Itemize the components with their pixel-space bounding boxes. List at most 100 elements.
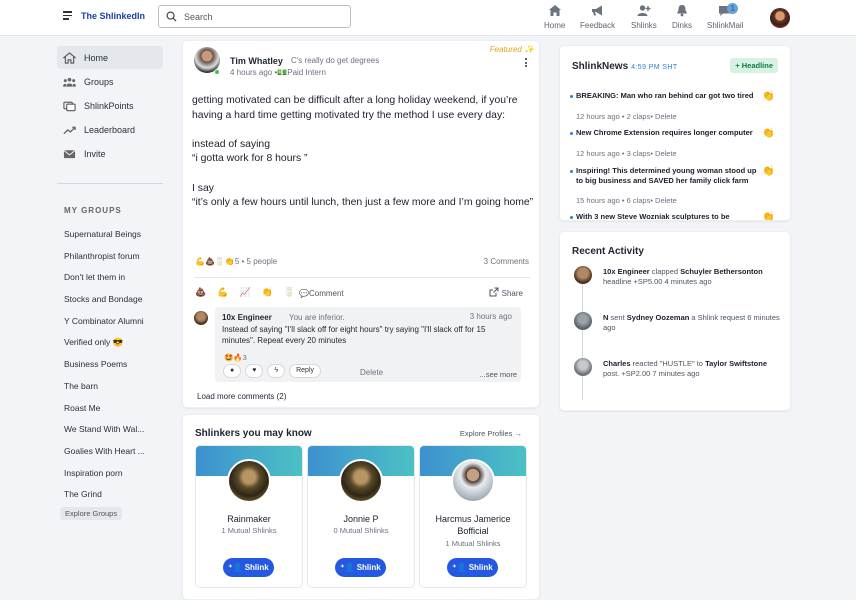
explore-profiles-link[interactable]: Explore Profiles →	[460, 429, 522, 438]
nav-home[interactable]: Home	[544, 4, 565, 30]
commenter-avatar[interactable]	[194, 311, 208, 325]
nav-dinks[interactable]: Dinks	[672, 4, 692, 30]
nav-home-label: Home	[544, 21, 566, 30]
person-name[interactable]: Jonnie P	[308, 513, 414, 525]
group-link[interactable]: Business Poems	[57, 354, 163, 376]
activity-avatar[interactable]	[574, 312, 592, 330]
search-input[interactable]: Search	[158, 5, 351, 28]
nav-feedback-label: Feedback	[580, 21, 616, 30]
react-muscle-button[interactable]: 💪	[217, 287, 228, 298]
activity-avatar[interactable]	[574, 358, 592, 376]
brand-logo[interactable]: The ShlinkedIn	[81, 11, 145, 21]
news-headline[interactable]: Inspiring! This determined young woman s…	[576, 166, 762, 185]
activity-verb: sent	[610, 313, 625, 322]
react-clap-button[interactable]: 👏	[262, 287, 273, 298]
post-line: getting motivated can be difficult after…	[192, 95, 518, 121]
see-more-link[interactable]: ...see more	[479, 370, 517, 379]
clap-button[interactable]: 👏	[762, 91, 774, 102]
comment-author[interactable]: 10x Engineer	[222, 313, 272, 322]
clap-button[interactable]: 👏	[762, 212, 774, 220]
mail-icon	[63, 149, 76, 158]
news-headline[interactable]: BREAKING: Man who ran behind car got two…	[576, 91, 762, 101]
comment-like-button[interactable]: ♥	[245, 364, 264, 378]
bullet-icon	[570, 132, 573, 135]
activity-target[interactable]: Schuyler Bethersonton	[680, 267, 763, 276]
activity-verb: clapped	[651, 267, 679, 276]
shlink-button[interactable]: ⁺👤 Shlink	[335, 558, 386, 577]
comment-react-button[interactable]: ●	[223, 364, 242, 378]
group-link[interactable]: We Stand With Wal...	[57, 419, 163, 441]
bullet-icon	[570, 170, 573, 173]
people-you-may-know-card: Shlinkers you may know Explore Profiles …	[182, 414, 540, 600]
shlink-button-label: Shlink	[244, 563, 269, 572]
group-link[interactable]: Stocks and Bondage	[57, 289, 163, 311]
comment-boost-button[interactable]: ϟ	[267, 364, 286, 378]
news-headline[interactable]: With 3 new Steve Wozniak sculptures to b…	[576, 212, 762, 220]
profile-photo[interactable]	[227, 459, 271, 503]
share-button[interactable]: Share	[489, 287, 523, 298]
explore-groups-button[interactable]: Explore Groups	[60, 506, 123, 520]
shlink-button[interactable]: ⁺👤 Shlink	[223, 558, 274, 577]
user-avatar[interactable]	[770, 8, 790, 28]
points-icon	[63, 101, 76, 111]
delete-comment-button[interactable]: Delete	[360, 368, 383, 377]
activity-text: Charles reacted "HUSTLE" to Taylor Swift…	[603, 359, 783, 379]
profile-photo[interactable]	[339, 459, 383, 503]
post-line: “it’s only a few hours until lunch, then…	[192, 197, 534, 209]
activity-target[interactable]: Taylor Swiftstone	[705, 359, 767, 368]
group-link[interactable]: Goalies With Heart ...	[57, 441, 163, 463]
activity-actor[interactable]: Charles	[603, 359, 631, 368]
megaphone-icon	[591, 5, 602, 16]
news-title: ShlinkNews 4:59 PM SHT	[572, 61, 678, 72]
online-indicator	[214, 69, 220, 75]
react-chart-button[interactable]: 📈	[239, 287, 250, 298]
group-link[interactable]: Verified only 😎	[57, 332, 163, 354]
add-headline-button[interactable]: + Headline	[730, 58, 778, 73]
person-name[interactable]: Harcmus Jamerice Bofficial	[420, 513, 526, 537]
load-more-comments-button[interactable]: Load more comments (2)	[197, 392, 286, 401]
comments-count[interactable]: 3 Comments	[484, 257, 529, 266]
comment-button[interactable]: 💬Comment	[299, 289, 344, 298]
profile-photo[interactable]	[451, 459, 495, 503]
group-link[interactable]: Roast Me	[57, 398, 163, 420]
activity-avatar[interactable]	[574, 266, 592, 284]
mutual-count: 1 Mutual Shlinks	[445, 539, 501, 548]
clap-button[interactable]: 👏	[762, 128, 774, 139]
group-link[interactable]: Don't let them in	[57, 267, 163, 289]
bell-icon	[677, 5, 687, 17]
shlink-button[interactable]: ⁺👤 Shlink	[447, 558, 498, 577]
group-link[interactable]: The barn	[57, 376, 163, 398]
menu-icon[interactable]	[63, 11, 72, 20]
sidebar-item-leaderboard[interactable]: Leaderboard	[57, 118, 163, 141]
reply-button[interactable]: Reply	[289, 364, 322, 378]
group-link[interactable]: Philanthropist forum	[57, 246, 163, 268]
group-link[interactable]: Y Combinator Alumni	[57, 311, 163, 333]
activity-actor[interactable]: 10x Engineer	[603, 267, 650, 276]
reaction-summary[interactable]: 💪💩🥛👏5 • 5 people	[195, 257, 277, 266]
mutual-count: 1 Mutual Shlinks	[221, 526, 277, 535]
groups-heading: MY GROUPS	[64, 206, 122, 215]
react-milk-button[interactable]: 🥛	[284, 287, 295, 298]
sidebar-item-home[interactable]: Home	[57, 46, 163, 69]
news-headline[interactable]: New Chrome Extension requires longer com…	[576, 128, 762, 138]
nav-dinks-label: Dinks	[672, 21, 693, 30]
activity-actor[interactable]: N	[603, 313, 608, 322]
sidebar-item-label: Groups	[84, 76, 114, 87]
nav-shlinkmail[interactable]: 1 ShlinkMail	[707, 3, 743, 30]
nav-feedback[interactable]: Feedback	[580, 4, 615, 30]
sidebar-item-shlinkpoints[interactable]: ShlinkPoints	[57, 94, 163, 117]
more-options-icon[interactable]	[525, 58, 528, 69]
group-link[interactable]: Supernatural Beings	[57, 224, 163, 246]
nav-shlinks[interactable]: Shlinks	[631, 4, 657, 30]
post-author[interactable]: Tim Whatley	[230, 56, 283, 66]
sidebar-item-invite[interactable]: Invite	[57, 142, 163, 165]
mutual-count: 0 Mutual Shlinks	[333, 526, 389, 535]
group-link[interactable]: The Grind	[57, 484, 163, 506]
person-name[interactable]: Rainmaker	[196, 513, 302, 525]
clap-button[interactable]: 👏	[762, 166, 774, 177]
sidebar-item-groups[interactable]: Groups	[57, 70, 163, 93]
react-poop-button[interactable]: 💩	[195, 287, 206, 298]
news-meta: 12 hours ago • 2 claps• Delete	[576, 112, 677, 121]
group-link[interactable]: Inspiration porn	[57, 463, 163, 485]
activity-target[interactable]: Sydney Oozeman	[627, 313, 690, 322]
